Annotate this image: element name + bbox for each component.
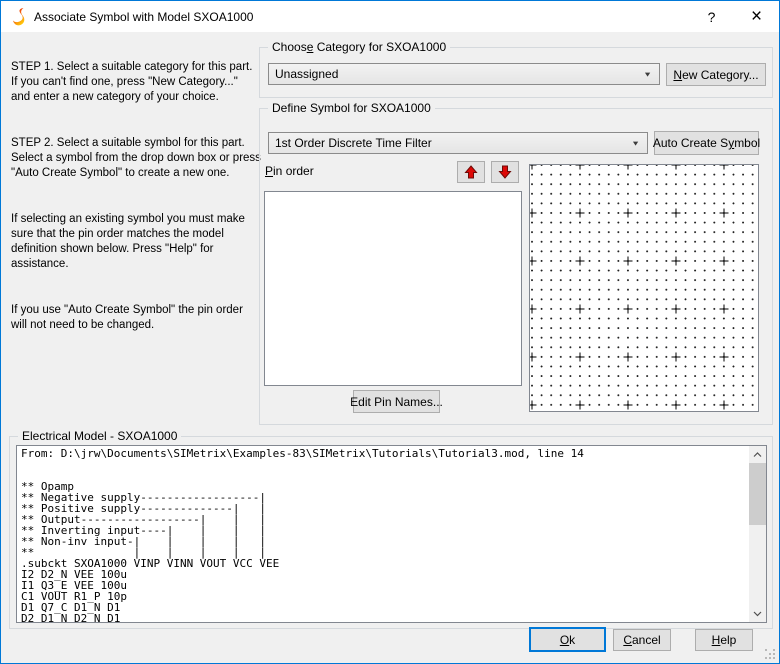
close-button[interactable]: × [734,1,779,32]
grid-plus-marker [529,353,537,362]
label-part: ew Category... [682,68,758,82]
define-symbol-group-title: Define Symbol for SXOA1000 [268,101,435,115]
instruction-auto-create-note: If you use "Auto Create Symbol" the pin … [11,303,267,333]
grid-plus-marker [529,401,537,410]
scrollbar-thumb[interactable] [749,463,766,525]
scroll-down-button[interactable] [749,605,766,622]
red-arrow-up-icon [464,165,478,179]
grid-plus-marker [576,353,585,362]
move-pin-up-button[interactable] [457,161,485,183]
grid-plus-marker [624,209,633,218]
instruction-step1: STEP 1. Select a suitable category for t… [11,60,267,105]
label-part: mbol [734,136,760,150]
grid-plus-marker [624,353,633,362]
grid-plus-marker [576,401,585,410]
grid-plus-marker [672,164,681,170]
define-symbol-groupbox: Define Symbol for SXOA1000 1st Order Dis… [259,108,773,425]
pin-order-label: Pin order [265,164,314,178]
category-dropdown-value: Unassigned [275,67,338,81]
choose-category-group-title: Choose Category for SXOA1000 [268,40,450,54]
symbol-preview [529,164,759,412]
grid-plus-marker [720,401,729,410]
grid-plus-marker [576,305,585,314]
chevron-up-icon [753,452,762,458]
cancel-button[interactable]: Cancel [613,629,671,651]
grid-plus-marker [720,164,729,170]
label-part: Category for SXOA1000 [313,40,446,54]
instructions-panel: STEP 1. Select a suitable category for t… [11,45,267,364]
chevron-down-icon: ▼ [643,70,652,78]
auto-create-symbol-button[interactable]: Auto Create Symbol [654,131,759,155]
grid-plus-marker [672,305,681,314]
help-titlebar-button[interactable]: ? [689,1,734,32]
grid-plus-marker [576,257,585,266]
symbol-dropdown-value: 1st Order Discrete Time Filter [275,136,432,150]
red-arrow-down-icon [498,165,512,179]
grid-plus-marker [720,353,729,362]
help-button[interactable]: Help [695,629,753,651]
grid-plus-marker [720,209,729,218]
grid-plus-marker [529,305,537,314]
grid-plus-marker [529,257,537,266]
instruction-pin-order-note: If selecting an existing symbol you must… [11,212,267,272]
category-dropdown[interactable]: Unassigned ▼ [268,63,660,85]
label-mnemonic: O [560,633,569,647]
edit-pin-names-button[interactable]: Edit Pin Names... [353,390,440,413]
electrical-model-groupbox: Electrical Model - SXOA1000 From: D:\jrw… [9,436,773,629]
grid-plus-marker [672,353,681,362]
grid-plus-marker [576,209,585,218]
ok-button[interactable]: Ok [529,627,606,652]
grid-plus-marker [672,401,681,410]
chevron-down-icon [753,611,762,617]
grid-plus-marker [720,305,729,314]
label-part: ancel [632,633,661,647]
associate-symbol-dialog: Associate Symbol with Model SXOA1000 ? ×… [0,0,780,664]
close-icon: × [751,7,762,26]
help-icon: ? [708,9,716,25]
model-text-view[interactable]: From: D:\jrw\Documents\SIMetrix\Examples… [16,445,767,623]
choose-category-groupbox: Choose Category for SXOA1000 Unassigned … [259,47,773,98]
label-part: Auto Create S [653,136,728,150]
electrical-model-group-title: Electrical Model - SXOA1000 [18,429,181,443]
resize-grip[interactable] [765,649,775,659]
grid-plus-marker [624,164,633,170]
scroll-up-button[interactable] [749,446,766,463]
label-mnemonic: P [265,164,273,178]
grid-plus-marker [624,305,633,314]
grid-plus-marker [624,257,633,266]
grid-plus-marker [672,257,681,266]
grid-plus-marker [720,257,729,266]
pin-order-listbox[interactable] [264,191,522,386]
model-scrollbar[interactable] [749,446,766,622]
label-part: k [569,633,575,647]
model-netlist-text: From: D:\jrw\Documents\SIMetrix\Examples… [21,448,584,623]
label-mnemonic: H [712,633,721,647]
label-part: elp [720,633,736,647]
grid-plus-marker [529,209,537,218]
chevron-down-icon: ▼ [631,139,640,147]
grid-plus-marker [576,164,585,170]
label-part: Choos [272,40,307,54]
new-category-button[interactable]: New Category... [666,63,766,86]
label-part: in order [273,164,314,178]
symbol-dropdown[interactable]: 1st Order Discrete Time Filter ▼ [268,132,648,154]
grid-plus-marker [529,164,537,170]
simetrix-logo-icon [10,7,28,27]
label-mnemonic: N [673,68,682,82]
grid-plus-marker [624,401,633,410]
instruction-step2: STEP 2. Select a suitable symbol for thi… [11,136,267,181]
window-title: Associate Symbol with Model SXOA1000 [34,10,253,24]
grid-plus-marker [672,209,681,218]
label-mnemonic: C [623,633,632,647]
title-bar[interactable]: Associate Symbol with Model SXOA1000 ? × [1,1,779,32]
move-pin-down-button[interactable] [491,161,519,183]
